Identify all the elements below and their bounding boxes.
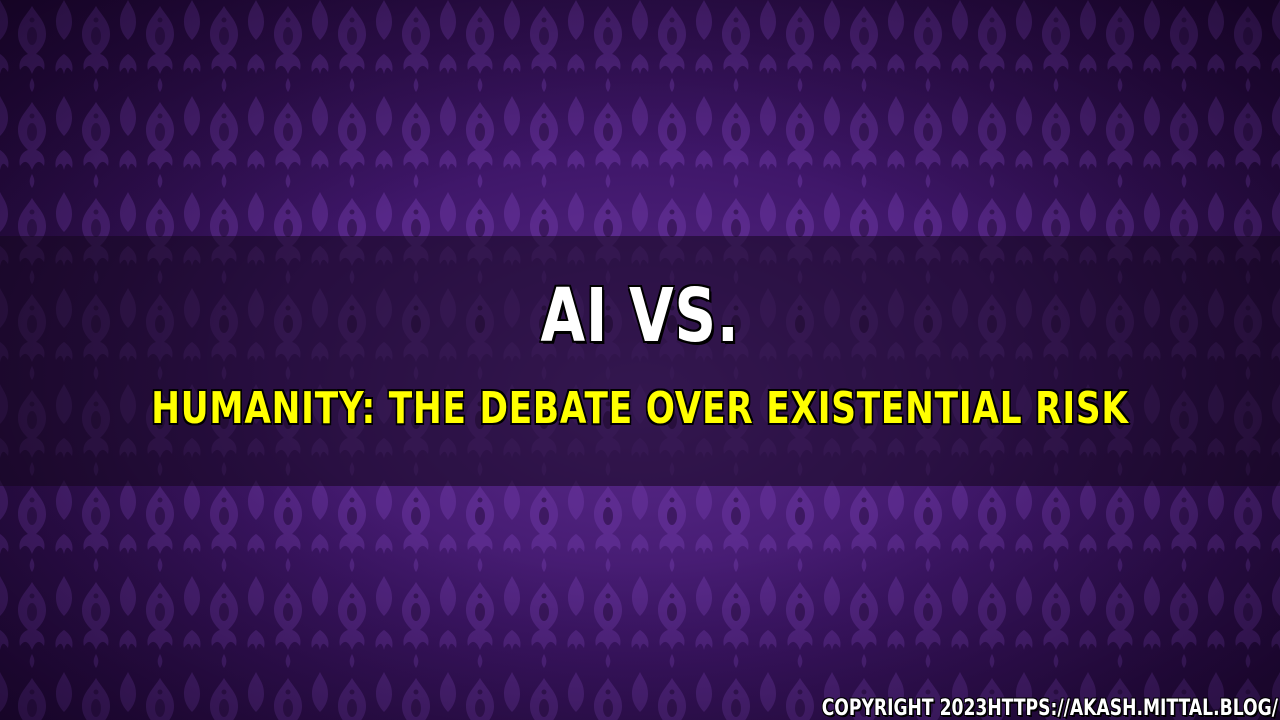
thumbnail-canvas: AI VS. HUMANITY: THE DEBATE OVER EXISTEN… xyxy=(0,0,1280,720)
copyright-footer: COPYRIGHT 2023HTTPS://AKASH.MITTAL.BLOG/ xyxy=(821,696,1278,720)
headline-primary: AI VS. xyxy=(539,273,740,360)
headline-secondary: HUMANITY: THE DEBATE OVER EXISTENTIAL RI… xyxy=(150,382,1129,435)
